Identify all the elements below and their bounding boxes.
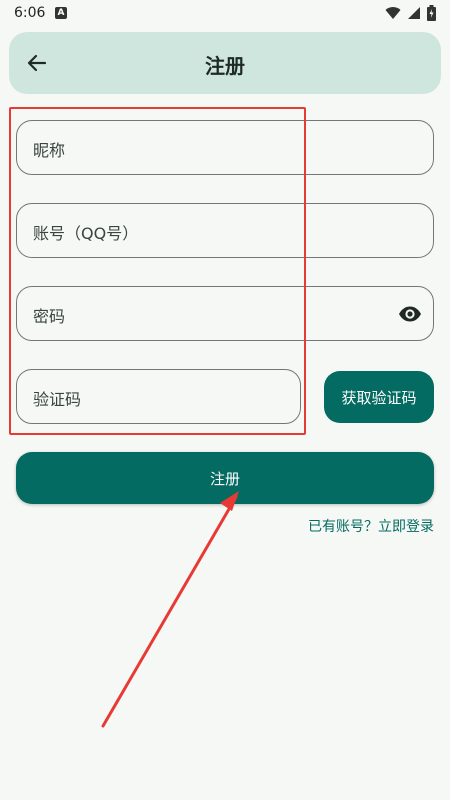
- page-title: 注册: [205, 54, 245, 78]
- verification-code-input[interactable]: 验证码: [16, 369, 301, 424]
- account-input[interactable]: 账号（QQ号）: [16, 203, 434, 258]
- battery-icon: [427, 5, 436, 21]
- password-visibility-toggle[interactable]: [397, 302, 423, 326]
- verification-code-placeholder: 验证码: [33, 390, 82, 409]
- account-placeholder: 账号（QQ号）: [33, 224, 139, 243]
- get-code-button[interactable]: 获取验证码: [324, 371, 434, 423]
- eye-icon: [399, 306, 421, 322]
- status-icons: [385, 5, 436, 21]
- register-button[interactable]: 注册: [16, 452, 434, 504]
- login-link[interactable]: 已有账号？立即登录: [308, 516, 434, 536]
- signal-icon: [408, 7, 420, 19]
- status-bar: 6:06 A: [0, 0, 450, 28]
- nickname-placeholder: 昵称: [33, 141, 66, 160]
- nickname-input[interactable]: 昵称: [16, 120, 434, 175]
- app-bar: 注册: [9, 32, 441, 94]
- password-placeholder: 密码: [33, 307, 66, 326]
- password-input[interactable]: 密码: [16, 286, 434, 341]
- status-time: 6:06: [14, 5, 46, 21]
- notification-icon: A: [55, 7, 67, 19]
- wifi-icon: [385, 7, 401, 20]
